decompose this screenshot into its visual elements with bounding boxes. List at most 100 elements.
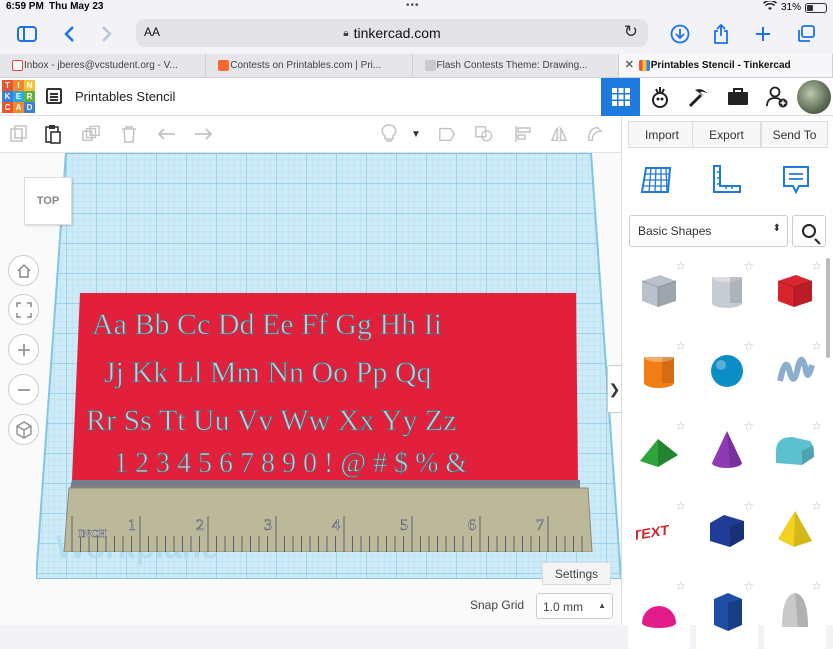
page-favicon-icon <box>424 60 436 71</box>
snap-grid-select[interactable]: 1.0 mm ▲ <box>536 593 613 619</box>
notes-icon[interactable] <box>778 162 814 198</box>
group-icon[interactable] <box>475 125 493 143</box>
address-bar[interactable]: AA 🔒︎ tinkercad.com ↻ <box>136 19 648 47</box>
favorite-star-icon[interactable]: ☆ <box>675 579 686 593</box>
shape-outline-icon[interactable] <box>438 125 456 143</box>
ruler-unit-label: INCH <box>78 528 107 540</box>
favorite-star-icon[interactable]: ☆ <box>675 419 686 433</box>
cruise-icon[interactable] <box>586 125 604 143</box>
home-view-icon[interactable] <box>8 255 39 286</box>
workplane-canvas[interactable]: Workplane Aa Bb Cc Dd Ee Ff Gg Hh Ii Jj … <box>0 153 621 625</box>
tab-printables-contests[interactable]: Contests on Printables.com | Pri... <box>206 54 413 77</box>
favorite-star-icon[interactable]: ☆ <box>743 579 754 593</box>
reload-icon[interactable]: ↻ <box>624 22 638 42</box>
shape-item[interactable]: ☆ <box>696 257 758 329</box>
shape-item[interactable]: ☆ <box>696 577 758 649</box>
fit-view-icon[interactable] <box>8 294 39 325</box>
align-icon[interactable] <box>514 125 532 143</box>
tinkercad-logo[interactable]: TINKERCAD <box>2 80 36 114</box>
export-button[interactable]: Export <box>692 121 761 148</box>
delete-icon[interactable] <box>120 125 138 143</box>
share-icon[interactable] <box>708 22 734 46</box>
edit-toolbar: ▼ <box>0 116 621 153</box>
ruler-number: 4 <box>332 517 340 534</box>
shape-item[interactable]: ☆ <box>628 577 690 649</box>
shape-item[interactable]: ☆ <box>696 337 758 409</box>
favorite-star-icon[interactable]: ☆ <box>743 499 754 513</box>
perspective-icon[interactable] <box>8 414 39 445</box>
forward-icon[interactable] <box>94 22 120 46</box>
stencil-row-2: Jj Kk Ll Mm Nn Oo Pp Qq <box>104 356 432 389</box>
favorite-star-icon[interactable]: ☆ <box>811 339 822 353</box>
shape-item[interactable]: ☆ <box>764 497 826 569</box>
shape-item[interactable]: ☆ <box>628 337 690 409</box>
redo-icon[interactable] <box>194 125 212 143</box>
favorite-star-icon[interactable]: ☆ <box>811 419 822 433</box>
favorite-star-icon[interactable]: ☆ <box>811 259 822 273</box>
reader-aa-button[interactable]: AA <box>144 25 160 39</box>
project-menu-icon[interactable] <box>46 88 62 104</box>
view-cube[interactable]: TOP <box>24 177 72 225</box>
paste-icon[interactable] <box>44 125 62 144</box>
zoom-out-icon[interactable] <box>8 374 39 405</box>
shape-item[interactable]: ☆ <box>764 417 826 489</box>
ruler-number: 2 <box>196 517 204 534</box>
shape-item[interactable]: ☆ <box>628 417 690 489</box>
new-tab-icon[interactable] <box>750 22 776 46</box>
shapes-panel: Import Export Send To Basic Shapes ⬍ ☆ ☆ ☆… <box>621 116 833 649</box>
shape-item[interactable]: ☆ <box>764 577 826 649</box>
duplicate-icon[interactable] <box>82 125 100 143</box>
tab-tinkercad[interactable]: ✕ Printables Stencil - Tinkercad <box>618 54 833 77</box>
favorite-star-icon[interactable]: ☆ <box>743 419 754 433</box>
favorite-star-icon[interactable]: ☆ <box>743 339 754 353</box>
light-bulb-icon[interactable] <box>380 124 398 143</box>
chevron-down-icon[interactable]: ▼ <box>407 125 425 143</box>
sidebar-toggle-icon[interactable] <box>14 22 40 46</box>
tab-gmail[interactable]: Inbox - jberes@vcstudent.org - V... <box>0 54 207 77</box>
stencil-model[interactable]: Aa Bb Cc Dd Ee Ff Gg Hh Ii Jj Kk Ll Mm N… <box>58 290 598 552</box>
multitask-dots-icon[interactable]: ••• <box>406 0 420 11</box>
copy-icon[interactable] <box>10 125 28 143</box>
zoom-in-icon[interactable] <box>8 334 39 365</box>
ruler-bar[interactable] <box>63 487 593 552</box>
shape-item[interactable]: ☆ <box>696 497 758 569</box>
shape-item[interactable]: TEXT ☆ <box>628 497 690 569</box>
download-icon[interactable] <box>667 22 693 46</box>
favorite-star-icon[interactable]: ☆ <box>811 499 822 513</box>
favorite-star-icon[interactable]: ☆ <box>675 339 686 353</box>
undo-icon[interactable] <box>158 125 176 143</box>
shape-category-select[interactable]: Basic Shapes ⬍ <box>629 215 788 247</box>
mirror-icon[interactable] <box>550 125 568 143</box>
favorite-star-icon[interactable]: ☆ <box>743 259 754 273</box>
shapes-scrollbar[interactable] <box>826 258 830 358</box>
shape-search-button[interactable] <box>792 215 826 247</box>
project-title[interactable]: Printables Stencil <box>75 89 175 104</box>
shape-item[interactable]: ☆ <box>764 257 826 329</box>
add-user-icon[interactable] <box>757 78 796 116</box>
send-to-button[interactable]: Send To <box>761 121 828 148</box>
favorite-star-icon[interactable]: ☆ <box>675 499 686 513</box>
import-button[interactable]: Import <box>628 121 696 148</box>
pickaxe-icon[interactable] <box>679 78 718 116</box>
avatar[interactable] <box>797 80 831 114</box>
favorite-star-icon[interactable]: ☆ <box>675 259 686 273</box>
logo-letter: I <box>13 80 24 91</box>
favorite-star-icon[interactable]: ☆ <box>811 579 822 593</box>
shape-item[interactable]: ☆ <box>764 337 826 409</box>
grid-view-icon[interactable] <box>601 78 640 116</box>
tab-flash-contests[interactable]: Flash Contests Theme: Drawing... <box>413 54 619 77</box>
settings-button[interactable]: Settings <box>542 562 611 585</box>
tab-overview-icon[interactable] <box>793 22 819 46</box>
close-tab-icon[interactable]: ✕ <box>625 58 634 71</box>
back-icon[interactable] <box>56 22 82 46</box>
tinkercad-header: TINKERCAD Printables Stencil <box>0 78 833 116</box>
briefcase-icon[interactable] <box>718 78 757 116</box>
shape-item[interactable]: ☆ <box>628 257 690 329</box>
lab-tools-icon[interactable] <box>640 78 679 116</box>
tab-label: Inbox - jberes@vcstudent.org - V... <box>24 60 178 71</box>
ruler-icon[interactable] <box>708 162 744 198</box>
shape-item[interactable]: ☆ <box>696 417 758 489</box>
logo-letter: T <box>2 80 13 91</box>
workplane-icon[interactable] <box>638 162 674 198</box>
panel-collapse-chevron-icon[interactable]: ❯ <box>607 365 621 413</box>
